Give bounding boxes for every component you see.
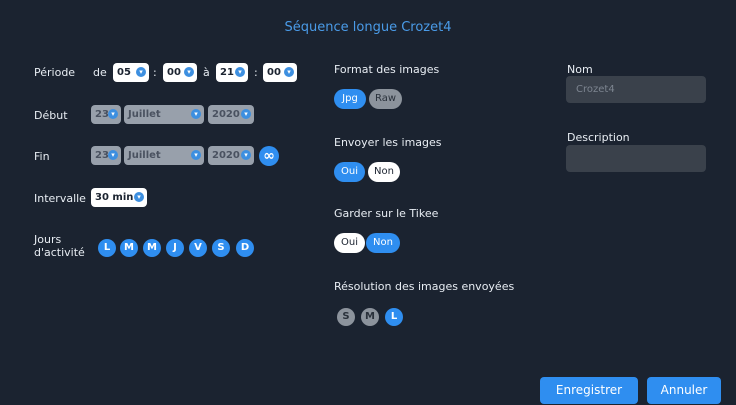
resolution-s-toggle[interactable]: S bbox=[337, 308, 355, 326]
period-from-label: de bbox=[93, 66, 107, 79]
cancel-button[interactable]: Annuler bbox=[647, 377, 721, 404]
format-raw-toggle[interactable]: Raw bbox=[369, 89, 402, 109]
keep-on-tikee-label: Garder sur le Tikee bbox=[334, 207, 439, 220]
end-year-select[interactable]: 2020 ▾ bbox=[208, 146, 254, 165]
infinity-icon[interactable]: ∞ bbox=[259, 146, 279, 166]
active-days-label-line1: Jours bbox=[34, 233, 62, 246]
day-toggle-saturday[interactable]: S bbox=[212, 239, 230, 257]
save-button[interactable]: Enregistrer bbox=[540, 377, 638, 404]
start-date-label: Début bbox=[34, 109, 68, 122]
active-days-label-line2: d'activité bbox=[34, 246, 85, 259]
format-jpg-toggle[interactable]: Jpg bbox=[334, 89, 366, 109]
chevron-down-icon: ▾ bbox=[241, 150, 251, 160]
day-toggle-monday[interactable]: L bbox=[98, 239, 116, 257]
resolution-l-toggle[interactable]: L bbox=[385, 308, 403, 326]
keep-no-toggle[interactable]: Non bbox=[366, 233, 400, 253]
start-month-select[interactable]: Juillet ▾ bbox=[124, 105, 204, 124]
end-minute-value: 00 bbox=[267, 67, 281, 78]
name-input[interactable]: Crozet4 bbox=[566, 76, 706, 103]
day-toggle-tuesday[interactable]: M bbox=[120, 239, 138, 257]
send-images-no-toggle[interactable]: Non bbox=[368, 162, 400, 182]
send-images-label: Envoyer les images bbox=[334, 136, 442, 149]
start-hour-select[interactable]: 05 ▾ bbox=[113, 63, 149, 82]
chevron-down-icon: ▾ bbox=[241, 109, 251, 119]
keep-yes-toggle[interactable]: Oui bbox=[334, 233, 365, 253]
day-toggle-friday[interactable]: V bbox=[189, 239, 207, 257]
start-day-select[interactable]: 23 ▾ bbox=[91, 105, 121, 124]
start-minute-value: 00 bbox=[167, 67, 181, 78]
period-label: Période bbox=[34, 66, 76, 79]
end-hour-select[interactable]: 21 ▾ bbox=[216, 63, 248, 82]
description-input[interactable] bbox=[566, 145, 706, 172]
period-to-label: à bbox=[203, 66, 210, 79]
day-toggle-wednesday[interactable]: M bbox=[143, 239, 161, 257]
interval-value: 30 min bbox=[95, 192, 134, 203]
resolution-label: Résolution des images envoyées bbox=[334, 280, 515, 293]
interval-label: Intervalle bbox=[34, 192, 86, 205]
page-title: Séquence longue Crozet4 bbox=[284, 20, 452, 35]
chevron-down-icon: ▾ bbox=[108, 150, 118, 160]
image-format-label: Format des images bbox=[334, 63, 440, 76]
chevron-down-icon: ▾ bbox=[191, 109, 201, 119]
resolution-m-toggle[interactable]: M bbox=[361, 308, 379, 326]
interval-select[interactable]: 30 min ▾ bbox=[91, 188, 147, 207]
send-images-yes-toggle[interactable]: Oui bbox=[334, 162, 365, 182]
name-label: Nom bbox=[567, 63, 593, 76]
chevron-down-icon: ▾ bbox=[136, 67, 146, 77]
chevron-down-icon: ▾ bbox=[235, 67, 245, 77]
time-separator: : bbox=[153, 66, 157, 79]
time-separator: : bbox=[254, 66, 258, 79]
end-hour-value: 21 bbox=[220, 67, 234, 78]
chevron-down-icon: ▾ bbox=[191, 150, 201, 160]
end-month-value: Juillet bbox=[128, 150, 161, 161]
start-day-value: 23 bbox=[95, 109, 109, 120]
start-hour-value: 05 bbox=[117, 67, 131, 78]
end-minute-select[interactable]: 00 ▾ bbox=[263, 63, 297, 82]
end-month-select[interactable]: Juillet ▾ bbox=[124, 146, 204, 165]
description-label: Description bbox=[567, 131, 630, 144]
start-minute-select[interactable]: 00 ▾ bbox=[163, 63, 197, 82]
end-date-label: Fin bbox=[34, 150, 50, 163]
start-year-value: 2020 bbox=[212, 109, 240, 120]
start-month-value: Juillet bbox=[128, 109, 161, 120]
chevron-down-icon: ▾ bbox=[284, 67, 294, 77]
start-year-select[interactable]: 2020 ▾ bbox=[208, 105, 254, 124]
day-toggle-sunday[interactable]: D bbox=[236, 239, 254, 257]
chevron-down-icon: ▾ bbox=[184, 67, 194, 77]
end-year-value: 2020 bbox=[212, 150, 240, 161]
end-day-value: 23 bbox=[95, 150, 109, 161]
end-day-select[interactable]: 23 ▾ bbox=[91, 146, 121, 165]
chevron-down-icon: ▾ bbox=[134, 192, 144, 202]
day-toggle-thursday[interactable]: J bbox=[166, 239, 184, 257]
chevron-down-icon: ▾ bbox=[108, 109, 118, 119]
